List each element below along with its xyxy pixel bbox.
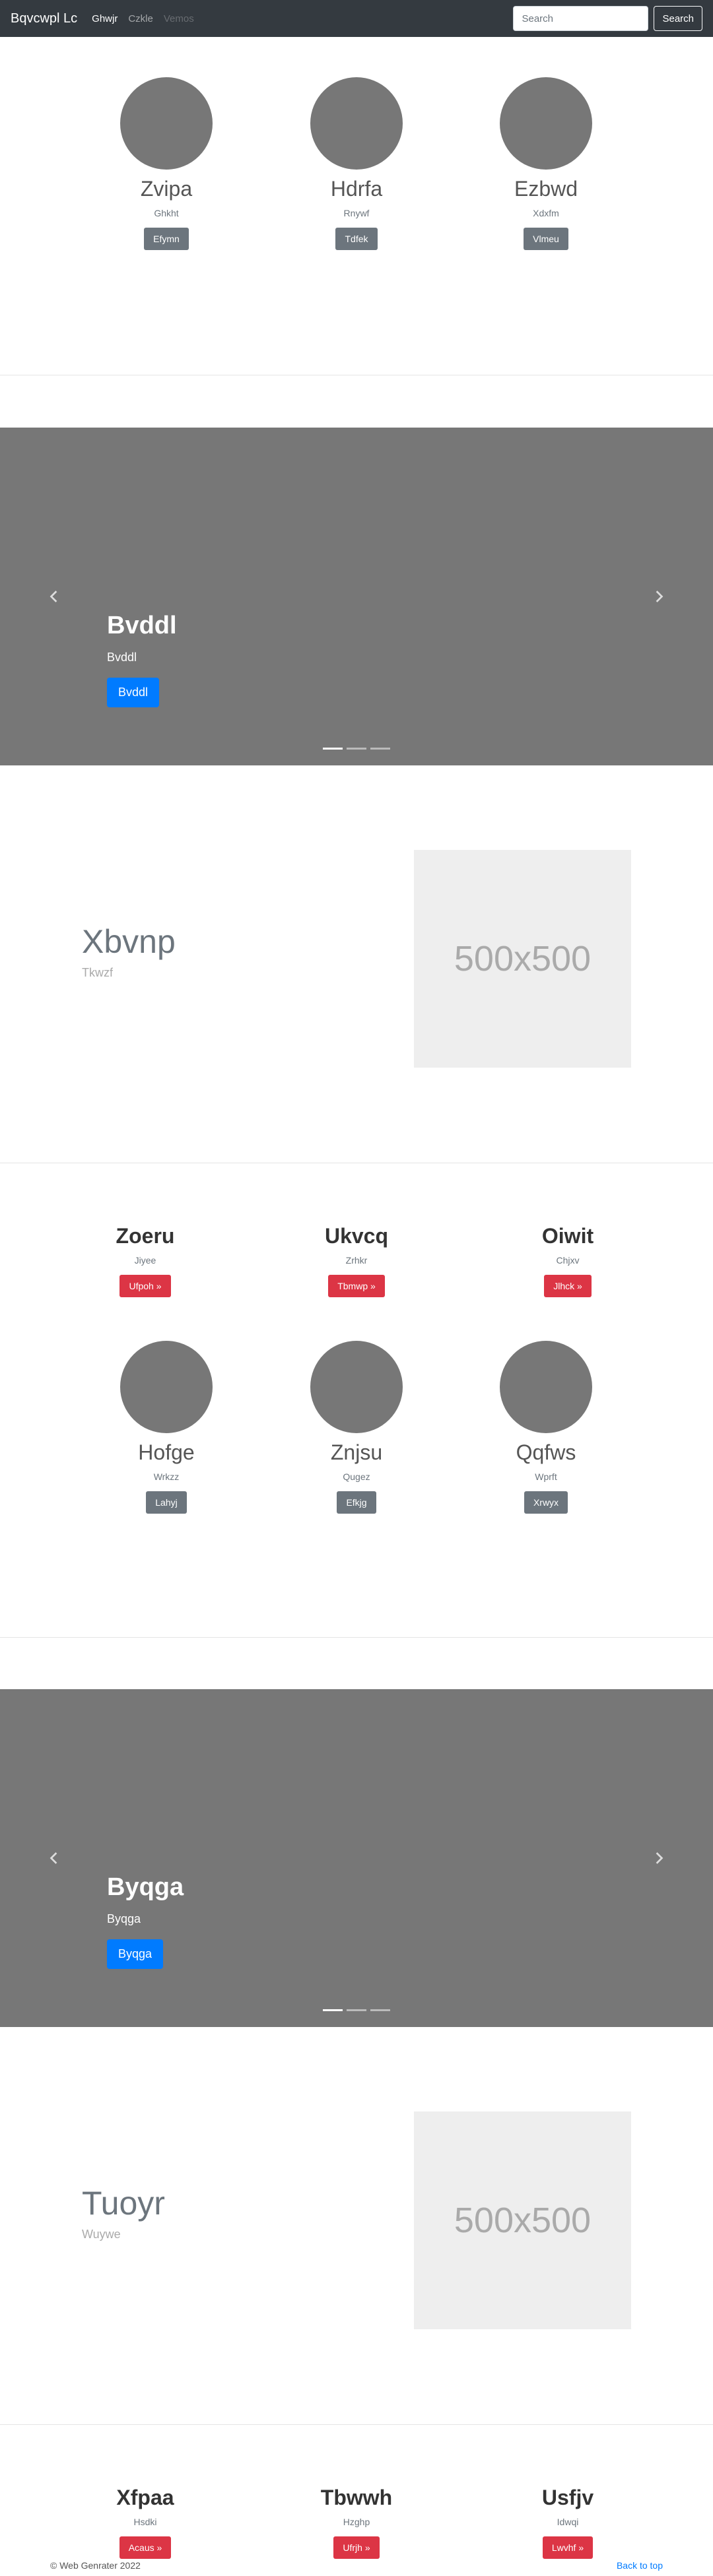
column-text: Wprft	[535, 1471, 557, 1483]
marketing-column: Oiwit Chjxv Jlhck »	[469, 1217, 667, 1298]
carousel-button[interactable]: Byqga	[107, 1939, 164, 1969]
column-button[interactable]: Tbmwp »	[328, 1275, 385, 1298]
carousel-indicator[interactable]	[323, 2009, 343, 2011]
footer-copyright: © Web Genrater 2022	[50, 2560, 141, 2571]
column-button[interactable]: Efkjg	[337, 1491, 376, 1514]
marketing-column: Znjsu Qugez Efkjg	[257, 1341, 456, 1514]
column-text: Zrhkr	[345, 1255, 368, 1266]
carousel-text: Byqga	[107, 1912, 141, 1925]
column-text: Jiyee	[134, 1255, 156, 1266]
marketing-column: Zoeru Jiyee Ufpoh »	[46, 1217, 244, 1298]
carousel-title: Bvddl	[107, 612, 177, 639]
carousel-text: Bvddl	[107, 651, 137, 664]
marketing-column: Hofge Wrkzz Lahyj	[67, 1341, 265, 1514]
nav-link-2[interactable]: Czkle	[128, 13, 153, 24]
circle-placeholder-image	[500, 1341, 592, 1433]
nav-link-3-disabled: Vemos	[163, 13, 194, 24]
carousel-button[interactable]: Bvddl	[107, 678, 160, 707]
column-text: Ghkht	[154, 208, 179, 219]
circle-placeholder-image	[120, 1341, 213, 1433]
column-heading: Znjsu	[330, 1440, 383, 1464]
featurette-subheading: Wuywe	[82, 2228, 121, 2241]
top-navbar: Bqvcwpl Lc Ghwjr Czkle Vemos Search	[0, 0, 713, 37]
column-button[interactable]: Ufrjh »	[333, 2536, 380, 2560]
column-text: Rnywf	[343, 208, 370, 219]
column-button[interactable]: Tdfek	[335, 228, 378, 251]
column-button[interactable]: Vlmeu	[524, 228, 568, 251]
circle-placeholder-image	[310, 1341, 403, 1433]
featurette-placeholder-image: 500x500	[414, 850, 631, 1068]
column-text: Idwqi	[557, 2517, 579, 2528]
marketing-column: Hdrfa Rnywf Tdfek	[257, 77, 456, 251]
carousel-indicator[interactable]	[370, 748, 390, 750]
column-text: Xdxfm	[533, 208, 559, 219]
column-heading: Hdrfa	[330, 177, 383, 201]
marketing-column: Usfjv Idwqi Lwvhf »	[469, 2478, 667, 2560]
carousel-2: Byqga Byqga Byqga	[0, 1689, 713, 2027]
column-text: Wrkzz	[153, 1471, 180, 1483]
carousel-indicator[interactable]	[347, 748, 366, 750]
carousel-next-icon[interactable]	[651, 589, 667, 604]
circle-placeholder-image	[500, 77, 592, 170]
column-heading: Qqfws	[516, 1440, 576, 1464]
column-text: Hsdki	[133, 2517, 157, 2528]
featurette-subheading: Tkwzf	[82, 966, 113, 979]
carousel-indicators	[323, 2009, 390, 2011]
carousel-caption: Byqga Byqga Byqga	[107, 1873, 184, 1969]
navbar-brand[interactable]: Bqvcwpl Lc	[11, 11, 77, 26]
back-to-top-link[interactable]: Back to top	[617, 2560, 663, 2571]
marketing-column: Xfpaa Hsdki Acaus »	[46, 2478, 244, 2560]
section-divider	[0, 1637, 713, 1638]
carousel-1: Bvddl Bvddl Bvddl	[0, 428, 713, 765]
column-text: Chjxv	[556, 1255, 580, 1266]
column-heading: Usfjv	[541, 2486, 594, 2509]
carousel-next-icon[interactable]	[651, 1850, 667, 1866]
column-button[interactable]: Jlhck »	[544, 1275, 592, 1298]
circle-placeholder-image	[310, 77, 403, 170]
featurette-placeholder-image: 500x500	[414, 2111, 631, 2329]
carousel-indicators	[323, 748, 390, 750]
marketing-column: Ezbwd Xdxfm Vlmeu	[447, 77, 645, 251]
column-heading: Tbwwh	[320, 2486, 393, 2509]
column-button[interactable]: Ufpoh »	[119, 1275, 171, 1298]
column-heading: Ezbwd	[514, 177, 578, 201]
column-heading: Xfpaa	[116, 2486, 174, 2509]
marketing-column: Zvipa Ghkht Efymn	[67, 77, 265, 251]
marketing-column: Ukvcq Zrhkr Tbmwp »	[257, 1217, 456, 1298]
marketing-column: Tbwwh Hzghp Ufrjh »	[257, 2478, 456, 2560]
column-button[interactable]: Acaus »	[119, 2536, 172, 2560]
marketing-column: Qqfws Wprft Xrwyx	[447, 1341, 645, 1514]
column-heading: Ukvcq	[324, 1224, 389, 1248]
carousel-prev-icon[interactable]	[46, 589, 62, 604]
search-input[interactable]	[513, 6, 649, 31]
carousel-indicator[interactable]	[323, 748, 343, 750]
carousel-caption: Bvddl Bvddl Bvddl	[107, 612, 177, 707]
column-button[interactable]: Efymn	[144, 228, 189, 251]
column-heading: Oiwit	[541, 1224, 594, 1248]
carousel-prev-icon[interactable]	[46, 1850, 62, 1866]
placeholder-image-label: 500x500	[454, 939, 592, 979]
column-text: Hzghp	[343, 2517, 370, 2528]
column-button[interactable]: Lahyj	[146, 1491, 187, 1514]
navbar-search-form: Search	[513, 6, 702, 31]
featurette-heading: Xbvnp	[82, 923, 176, 960]
search-button[interactable]: Search	[654, 6, 702, 31]
featurette-heading: Tuoyr	[82, 2185, 165, 2222]
column-button[interactable]: Xrwyx	[524, 1491, 568, 1514]
carousel-indicator[interactable]	[347, 2009, 366, 2011]
nav-link-1[interactable]: Ghwjr	[92, 13, 118, 24]
column-text: Qugez	[343, 1471, 370, 1483]
column-heading: Hofge	[138, 1440, 195, 1464]
placeholder-image-label: 500x500	[454, 2201, 592, 2240]
column-heading: Zvipa	[140, 177, 193, 201]
circle-placeholder-image	[120, 77, 213, 170]
carousel-title: Byqga	[107, 1873, 184, 1901]
carousel-indicator[interactable]	[370, 2009, 390, 2011]
column-button[interactable]: Lwvhf »	[542, 2536, 594, 2560]
column-heading: Zoeru	[116, 1224, 175, 1248]
section-divider	[0, 2424, 713, 2425]
